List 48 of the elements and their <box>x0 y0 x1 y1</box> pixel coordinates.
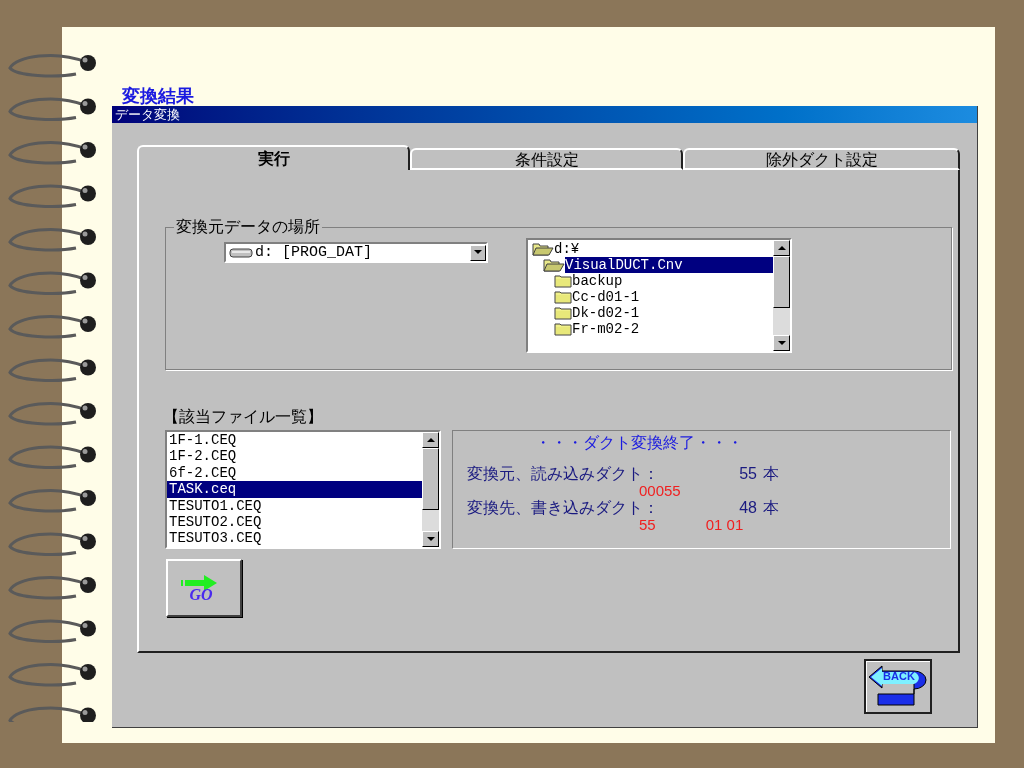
scroll-down-arrow-icon[interactable] <box>426 536 435 542</box>
scrollbar[interactable] <box>773 240 790 351</box>
result-unit: 本 <box>763 465 779 483</box>
folder-icon <box>554 274 572 288</box>
result-unit: 本 <box>763 499 779 517</box>
folder-icon <box>554 290 572 304</box>
tree-item[interactable]: Dk-d02-1 <box>572 305 642 321</box>
file-list-item[interactable]: 1F-1.CEQ <box>167 432 422 449</box>
result-detail: 55 <box>639 517 656 533</box>
drive-icon <box>229 247 253 258</box>
go-button[interactable]: GO <box>166 559 242 617</box>
scroll-up-arrow-icon[interactable] <box>777 245 786 251</box>
page-title: 変換結果 <box>122 87 194 106</box>
back-button[interactable]: BACK <box>864 659 932 714</box>
file-list-item[interactable]: TESUTO2.CEQ <box>167 513 422 531</box>
file-list-title: 【該当ファイル一覧】 <box>163 408 323 426</box>
result-count: 48 <box>738 499 757 517</box>
result-count: 55 <box>738 465 757 483</box>
file-list-item[interactable]: 1F-2.CEQ <box>167 448 422 465</box>
folder-icon <box>554 306 572 320</box>
result-heading: ・・・ダクト変換終了・・・ <box>535 433 743 453</box>
tab[interactable]: 条件設定 <box>410 148 683 170</box>
result-label: 変換元、読み込みダクト： <box>467 465 660 483</box>
tree-item[interactable]: d:¥ <box>554 241 582 257</box>
result-label: 変換先、書き込みダクト： <box>467 499 660 517</box>
result-detail: 01 01 <box>705 517 744 533</box>
file-list-item[interactable]: TESUTO3.CEQ <box>167 530 422 547</box>
tab[interactable]: 実行 <box>137 145 410 170</box>
tree-item[interactable]: Fr-m02-2 <box>572 321 642 337</box>
tab[interactable]: 除外ダクト設定 <box>683 148 960 170</box>
scrollbar[interactable] <box>422 432 439 547</box>
drive-value: d: [PROG_DAT] <box>255 244 374 261</box>
scroll-up-arrow-icon[interactable] <box>426 437 435 443</box>
tree-item[interactable]: backup <box>572 273 625 289</box>
open-folder-icon <box>532 242 554 256</box>
file-list-item[interactable]: 6f-2.CEQ <box>167 464 422 482</box>
tree-item[interactable]: Cc-d01-1 <box>572 289 642 305</box>
file-list-item[interactable]: TESUTO1.CEQ <box>167 497 422 514</box>
open-folder-icon <box>543 258 565 272</box>
group-title: 変換元データの場所 <box>175 218 321 236</box>
folder-icon <box>554 322 572 336</box>
scroll-down-arrow-icon[interactable] <box>777 340 786 346</box>
tree-item[interactable]: VisualDUCT.Cnv <box>565 257 773 273</box>
drive-dropdown[interactable]: d: [PROG_DAT] <box>224 242 488 263</box>
result-detail: 00055 <box>639 483 681 499</box>
back-arrow-icon <box>868 665 928 707</box>
file-list-item[interactable]: TASK.ceq <box>167 481 422 498</box>
window-title: データ変換 <box>115 107 180 122</box>
